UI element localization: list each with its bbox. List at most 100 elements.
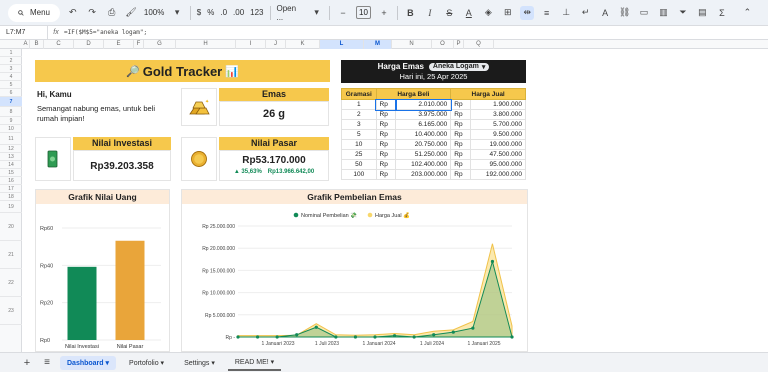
bar[interactable]: [67, 266, 97, 340]
row-header[interactable]: 4: [0, 73, 22, 81]
paint-format-icon[interactable]: 🖌: [124, 6, 137, 20]
table-cell-cur_j[interactable]: Rp: [450, 169, 471, 180]
row-header[interactable]: 2: [0, 57, 22, 65]
table-cell-gram[interactable]: 3: [341, 119, 377, 130]
rotate-icon[interactable]: A: [598, 6, 611, 20]
row-header[interactable]: 5: [0, 81, 22, 89]
row-header[interactable]: 6: [0, 89, 22, 97]
currency-button[interactable]: $: [197, 8, 201, 17]
column-header[interactable]: A: [22, 40, 30, 49]
table-cell-gram[interactable]: 1: [341, 99, 377, 110]
tab-read-me[interactable]: READ ME! ▾: [227, 355, 282, 371]
sumber-dropdown[interactable]: Aneka Logam ▾: [428, 62, 490, 71]
table-cell-jual[interactable]: 192.000.000: [469, 169, 527, 180]
column-header[interactable]: K: [286, 40, 320, 49]
name-box[interactable]: L7:M7: [0, 26, 48, 39]
menu-search[interactable]: Menu: [8, 3, 60, 22]
column-header[interactable]: F: [134, 40, 144, 49]
text-color-icon[interactable]: A: [462, 6, 475, 20]
data-point[interactable]: [236, 335, 240, 339]
column-header[interactable]: E: [104, 40, 134, 49]
table-cell-cur_b[interactable]: Rp: [375, 169, 397, 180]
functions-icon[interactable]: Σ: [715, 6, 728, 20]
row-header[interactable]: 23: [0, 297, 22, 325]
row-header[interactable]: 16: [0, 177, 22, 185]
table-cell-cur_b[interactable]: Rp: [375, 139, 397, 150]
table-cell-cur_j[interactable]: Rp: [450, 129, 471, 140]
table-cell-beli[interactable]: 10.400.000: [395, 129, 452, 140]
table-cell-gram[interactable]: 2: [341, 109, 377, 120]
table-cell-cur_j[interactable]: Rp: [450, 119, 471, 130]
chevron-down-icon[interactable]: ▾: [310, 6, 323, 20]
row-header[interactable]: 7: [0, 97, 22, 107]
plus-icon[interactable]: +: [377, 6, 390, 20]
row-header[interactable]: 14: [0, 161, 22, 169]
data-point[interactable]: [275, 335, 279, 339]
data-point[interactable]: [392, 334, 397, 338]
add-sheet-icon[interactable]: +: [20, 356, 34, 370]
data-point[interactable]: [510, 335, 514, 339]
table-cell-gram[interactable]: 100: [341, 169, 377, 180]
table-cell-cur_j[interactable]: Rp: [450, 99, 471, 110]
increase-decimal-button[interactable]: .00: [233, 8, 244, 17]
table-cell-cur_b[interactable]: Rp: [375, 109, 397, 120]
font-select[interactable]: Open ...: [276, 4, 303, 22]
column-header[interactable]: O: [432, 40, 454, 49]
column-header[interactable]: L: [320, 40, 364, 49]
fill-color-icon[interactable]: ◈: [482, 6, 495, 20]
tab-portofolio[interactable]: Portofolio ▾: [122, 356, 171, 370]
tab-dashboard[interactable]: Dashboard ▾: [60, 355, 117, 370]
bar[interactable]: [115, 240, 145, 340]
table-cell-jual[interactable]: 3.800.000: [469, 109, 527, 120]
strikethrough-icon[interactable]: S: [443, 6, 456, 20]
table-cell-beli[interactable]: 6.165.000: [395, 119, 452, 130]
table-cell-jual[interactable]: 1.900.000: [469, 99, 527, 110]
bar-chart[interactable]: Rp0 Rp20 Rp40 Rp60 Nilai Investasi Nilai Pasa…: [36, 204, 169, 352]
table-cell-cur_j[interactable]: Rp: [450, 109, 471, 120]
table-cell-jual[interactable]: 47.500.000: [469, 149, 527, 160]
link-icon[interactable]: ⛓: [618, 6, 631, 20]
data-point[interactable]: [373, 335, 377, 339]
row-header[interactable]: 17: [0, 185, 22, 193]
chevron-down-icon[interactable]: ▾: [170, 6, 183, 20]
row-header[interactable]: 13: [0, 153, 22, 161]
table-cell-beli[interactable]: 51.250.000: [395, 149, 452, 160]
chart-icon[interactable]: ▥: [657, 6, 670, 20]
wrap-icon[interactable]: ↵: [579, 6, 592, 20]
table-cell-cur_b[interactable]: Rp: [375, 119, 397, 130]
data-point[interactable]: [353, 335, 358, 339]
column-header[interactable]: I: [236, 40, 266, 49]
data-point[interactable]: [412, 335, 416, 339]
filter-views-icon[interactable]: ▤: [696, 6, 709, 20]
column-header[interactable]: D: [74, 40, 104, 49]
decrease-decimal-button[interactable]: .0: [220, 8, 227, 17]
row-header[interactable]: 21: [0, 241, 22, 269]
collapse-toolbar-icon[interactable]: ⌃: [741, 6, 754, 20]
column-header[interactable]: P: [454, 40, 464, 49]
filter-icon[interactable]: ⏷: [676, 6, 689, 20]
table-cell-beli[interactable]: 3.975.000: [395, 109, 452, 120]
row-header[interactable]: 8: [0, 107, 22, 117]
italic-icon[interactable]: I: [423, 6, 436, 20]
table-cell-jual[interactable]: 95.000.000: [469, 159, 527, 170]
row-header[interactable]: 22: [0, 269, 22, 297]
data-point[interactable]: [255, 335, 260, 339]
row-header[interactable]: 3: [0, 65, 22, 73]
row-header[interactable]: 12: [0, 145, 22, 153]
table-cell-gram[interactable]: 50: [341, 159, 377, 170]
table-cell-jual[interactable]: 9.500.000: [469, 129, 527, 140]
column-header[interactable]: N: [392, 40, 432, 49]
formula-input[interactable]: =IF($M$5="aneka logam";: [64, 29, 147, 36]
table-cell-cur_j[interactable]: Rp: [450, 149, 471, 160]
number-format-button[interactable]: 123: [250, 8, 263, 17]
table-cell-beli[interactable]: 2.010.000: [394, 98, 452, 111]
align-icon[interactable]: ≡: [540, 6, 553, 20]
bold-icon[interactable]: B: [404, 6, 417, 20]
merge-cells-icon[interactable]: ⇹: [520, 5, 534, 20]
table-cell-cur_b[interactable]: Rp: [375, 159, 397, 170]
column-header[interactable]: B: [30, 40, 44, 49]
table-cell-gram[interactable]: 10: [341, 139, 377, 150]
minus-icon[interactable]: −: [336, 6, 349, 20]
data-point[interactable]: [471, 326, 475, 330]
table-cell-cur_j[interactable]: Rp: [450, 139, 471, 150]
